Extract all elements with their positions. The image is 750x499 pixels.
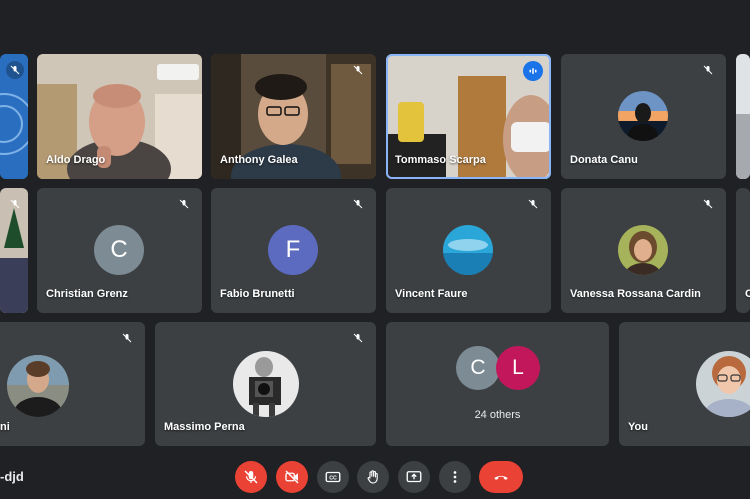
participant-name: Christian Grenz: [46, 288, 128, 300]
others-count: 24 others: [474, 409, 521, 421]
self-tile[interactable]: You: [619, 322, 750, 446]
avatar-photo-vincent: [443, 225, 493, 275]
avatar-initial: F: [268, 225, 318, 275]
svg-text:CC: CC: [329, 475, 337, 481]
raise-hand-button[interactable]: [357, 461, 389, 493]
mic-off-icon: [699, 195, 717, 213]
mic-off-icon: [349, 61, 367, 79]
mic-off-icon: [244, 470, 258, 484]
participant-name-partial: ni: [0, 421, 10, 433]
participant-tile-fabio[interactable]: F Fabio Brunetti: [211, 188, 376, 313]
participant-tile-donata[interactable]: Donata Canu: [561, 54, 726, 179]
others-tile[interactable]: C L 24 others: [386, 322, 609, 446]
avatar-initial: L: [496, 346, 540, 390]
participant-tile-vanessa[interactable]: Vanessa Rossana Cardin: [561, 188, 726, 313]
avatar-initial: C: [94, 225, 144, 275]
participant-tile-partial-right-row2[interactable]: C: [736, 188, 750, 313]
mic-off-icon: [118, 329, 136, 347]
mic-off-icon: [349, 195, 367, 213]
participant-name: You: [628, 421, 648, 433]
captions-icon: CC: [325, 471, 341, 483]
participant-tile-anthony[interactable]: Anthony Galea: [211, 54, 376, 179]
present-screen-icon: [406, 471, 422, 483]
mic-off-icon: [699, 61, 717, 79]
avatar-photo-massimo: [233, 351, 299, 417]
participant-name: Massimo Perna: [164, 421, 245, 433]
avatar-photo-self: [696, 351, 750, 417]
participant-name: Vanessa Rossana Cardin: [570, 288, 701, 300]
camera-toggle-button[interactable]: [276, 461, 308, 493]
participant-name: Vincent Faure: [395, 288, 468, 300]
participant-tile-partial-left-row3[interactable]: ni: [0, 322, 145, 446]
participant-tile-vincent[interactable]: Vincent Faure: [386, 188, 551, 313]
avatar-initial: C: [456, 346, 500, 390]
participant-tile-aldo[interactable]: Aldo Drago: [37, 54, 202, 179]
meeting-code: -djd: [0, 469, 24, 484]
participant-name: Donata Canu: [570, 154, 638, 166]
mic-off-icon: [524, 195, 542, 213]
raise-hand-icon: [367, 470, 378, 484]
present-screen-button[interactable]: [398, 461, 430, 493]
avatar-photo-vanessa: [618, 225, 668, 275]
participant-name: Tommaso Scarpa: [395, 154, 486, 166]
mic-off-icon: [6, 61, 24, 79]
participant-tile-partial-right-row1[interactable]: [736, 54, 750, 179]
participant-tile-christian[interactable]: C Christian Grenz: [37, 188, 202, 313]
participant-tile-tommaso-speaking[interactable]: Tommaso Scarpa: [386, 54, 551, 179]
more-options-icon: [453, 471, 457, 483]
avatar-photo-donata: [618, 91, 668, 141]
participant-tile-massimo[interactable]: Massimo Perna: [155, 322, 376, 446]
participant-name-partial: C: [745, 288, 750, 300]
captions-button[interactable]: CC: [317, 461, 349, 493]
participant-tile-partial-left-row1[interactable]: [0, 54, 28, 179]
mic-off-icon: [6, 195, 24, 213]
mic-off-icon: [175, 195, 193, 213]
more-options-button[interactable]: [439, 461, 471, 493]
camera-off-icon: [285, 470, 299, 484]
speaking-indicator-icon: [523, 61, 543, 81]
participant-name: Fabio Brunetti: [220, 288, 295, 300]
end-call-icon: [494, 475, 508, 480]
end-call-button[interactable]: [479, 461, 523, 493]
avatar-photo-partial: [7, 355, 69, 417]
mic-toggle-button[interactable]: [235, 461, 267, 493]
participant-tile-partial-left-row2[interactable]: [0, 188, 28, 313]
participant-name: Aldo Drago: [46, 154, 106, 166]
participant-name: Anthony Galea: [220, 154, 298, 166]
mic-off-icon: [349, 329, 367, 347]
